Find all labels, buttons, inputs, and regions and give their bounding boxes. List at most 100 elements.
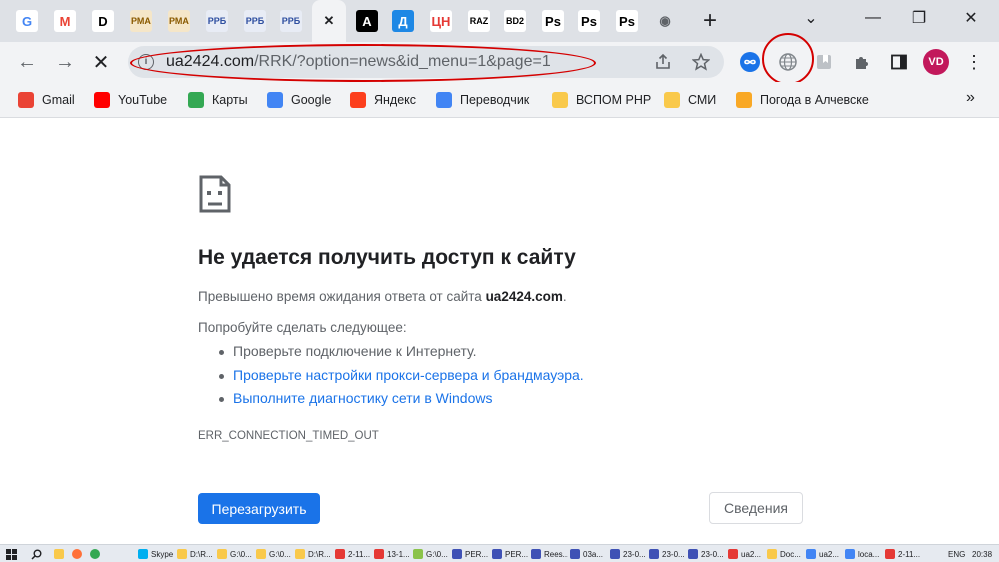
tab-strip: + ⌄ — ❐ ✕ G M D РМА РМА РРБ РРБ РРБ ✕ A Д ЦН RAZ BD2 P… [0,0,999,42]
gmail-icon [18,92,34,108]
taskbar-app[interactable]: 23-0... [688,547,725,561]
file-explorer-icon[interactable] [54,547,67,561]
suggestion-diagnostics-link[interactable]: Выполните диагностику сети в Windows [233,390,492,406]
browser-tab[interactable]: G [10,4,44,38]
browser-tab[interactable]: BD2 [498,4,532,38]
error-desc-suffix: . [562,289,567,304]
side-panel-icon[interactable] [887,50,911,74]
browser-tab[interactable]: M [48,4,82,38]
details-button[interactable]: Сведения [709,492,803,524]
restore-button[interactable]: ❐ [904,6,934,30]
app-icon [610,549,620,559]
taskbar-app-label: 2-11... [898,549,921,559]
bookmark-item[interactable]: Gmail [18,90,75,110]
start-windows-icon[interactable] [6,547,17,561]
taskbar-app[interactable]: 03a... [570,547,607,561]
chrome-icon[interactable] [90,547,103,561]
taskbar-app-label: G:\0... [426,549,448,559]
bookmark-item[interactable]: СМИ [664,90,716,110]
suggestion-proxy-link[interactable]: Проверьте настройки прокси-сервера и бра… [233,367,584,383]
browser-tab[interactable]: ◉ [648,4,682,38]
taskbar-app[interactable]: G:\0... [413,547,450,561]
taskbar-app[interactable]: Doc... [767,547,804,561]
bookmark-label: Google [291,93,332,107]
share-icon[interactable] [652,51,674,73]
bookmark-item[interactable]: ВСПОМ РНР [552,90,651,110]
taskbar-app[interactable]: D:\R... [295,547,332,561]
forward-button[interactable]: → [52,49,78,75]
google-icon [267,92,283,108]
extensions-puzzle-icon[interactable] [850,50,874,74]
bookmark-item[interactable]: Переводчик [436,90,529,110]
browser-tab[interactable]: РРБ [238,4,272,38]
stop-loading-button[interactable]: ✕ [88,49,114,75]
clock[interactable]: 20:38 [972,547,992,561]
browser-tab[interactable]: Ps [536,4,570,38]
gmail-icon: M [54,10,76,32]
bookmark-label: СМИ [688,93,717,107]
taskbar-app[interactable]: 13-1... [374,547,411,561]
browser-tab[interactable]: ЦН [424,4,458,38]
rrb-icon: РРБ [280,10,302,32]
taskbar-app[interactable]: ua2... [728,547,765,561]
window-close-button[interactable]: ✕ [956,6,986,30]
app-icon [256,549,266,559]
bookmarks-bar: » Gmail YouTube Карты Google Яндекс Переводчи… [0,82,999,118]
tab-search-chevron-down-icon[interactable]: ⌄ [796,6,826,30]
browser-tab[interactable]: Ps [610,4,644,38]
error-page: Не удается получить доступ к сайту Превы… [0,118,999,544]
bookmark-item[interactable]: Яндекс [350,90,416,110]
minimize-button[interactable]: — [858,6,888,30]
taskbar-app[interactable]: Skype [138,547,175,561]
bookmark-item[interactable]: Google [267,90,331,110]
taskbar-app[interactable]: 23-0... [649,547,686,561]
browser-tab[interactable]: D [86,4,120,38]
reload-button[interactable]: Перезагрузить [198,493,320,524]
app-icon [492,549,502,559]
bookmark-item[interactable]: Погода в Алчевске [736,90,869,110]
browser-tab[interactable]: ✕ [312,0,346,42]
browser-tab[interactable]: Д [386,4,420,38]
bookmark-star-icon[interactable] [690,51,712,73]
browser-tab[interactable]: РРБ [200,4,234,38]
infinity-extension-icon[interactable] [738,50,762,74]
app-icon [413,549,423,559]
profile-avatar[interactable]: VD [923,49,949,75]
search-icon[interactable] [31,547,42,561]
app-icon [570,549,580,559]
bookmarks-overflow-chevron-icon[interactable]: » [966,88,975,108]
taskbar-app[interactable]: ua2... [806,547,843,561]
app-icon [138,549,148,559]
close-icon[interactable]: ✕ [318,10,340,32]
taskbar-app[interactable]: loca... [845,547,882,561]
taskbar-app[interactable]: Rees... [531,547,568,561]
new-tab-button[interactable]: + [696,7,724,35]
bookmark-label: Gmail [42,93,75,107]
taskbar-app[interactable]: 2-11... [885,547,922,561]
browser-tab[interactable]: РРБ [274,4,308,38]
bookmark-extension-icon[interactable] [812,50,836,74]
app-icon [806,549,816,559]
taskbar-app-label: G:\0... [230,549,252,559]
bookmark-item[interactable]: YouTube [94,90,167,110]
browser-tab[interactable]: РМА [162,4,196,38]
taskbar-app[interactable]: G:\0... [256,547,293,561]
back-button[interactable]: ← [14,49,40,75]
bookmark-item[interactable]: Карты [188,90,248,110]
taskbar-app[interactable]: G:\0... [217,547,254,561]
taskbar-app[interactable]: PER... [492,547,529,561]
browser-tab[interactable]: РМА [124,4,158,38]
browser-tab[interactable]: RAZ [462,4,496,38]
taskbar-app-label: 23-0... [623,549,646,559]
browser-tab[interactable]: A [350,4,384,38]
d-blue-icon: Д [392,10,414,32]
menu-kebab-icon[interactable]: ⋮ [962,50,986,74]
taskbar-app[interactable]: PER... [452,547,489,561]
language-indicator[interactable]: ENG [948,547,965,561]
taskbar-app[interactable]: D:\R... [177,547,214,561]
taskbar-app-label: 23-0... [701,549,724,559]
taskbar-app[interactable]: 23-0... [610,547,647,561]
firefox-icon[interactable] [72,547,85,561]
browser-tab[interactable]: Ps [572,4,606,38]
taskbar-app[interactable]: 2-11... [335,547,372,561]
